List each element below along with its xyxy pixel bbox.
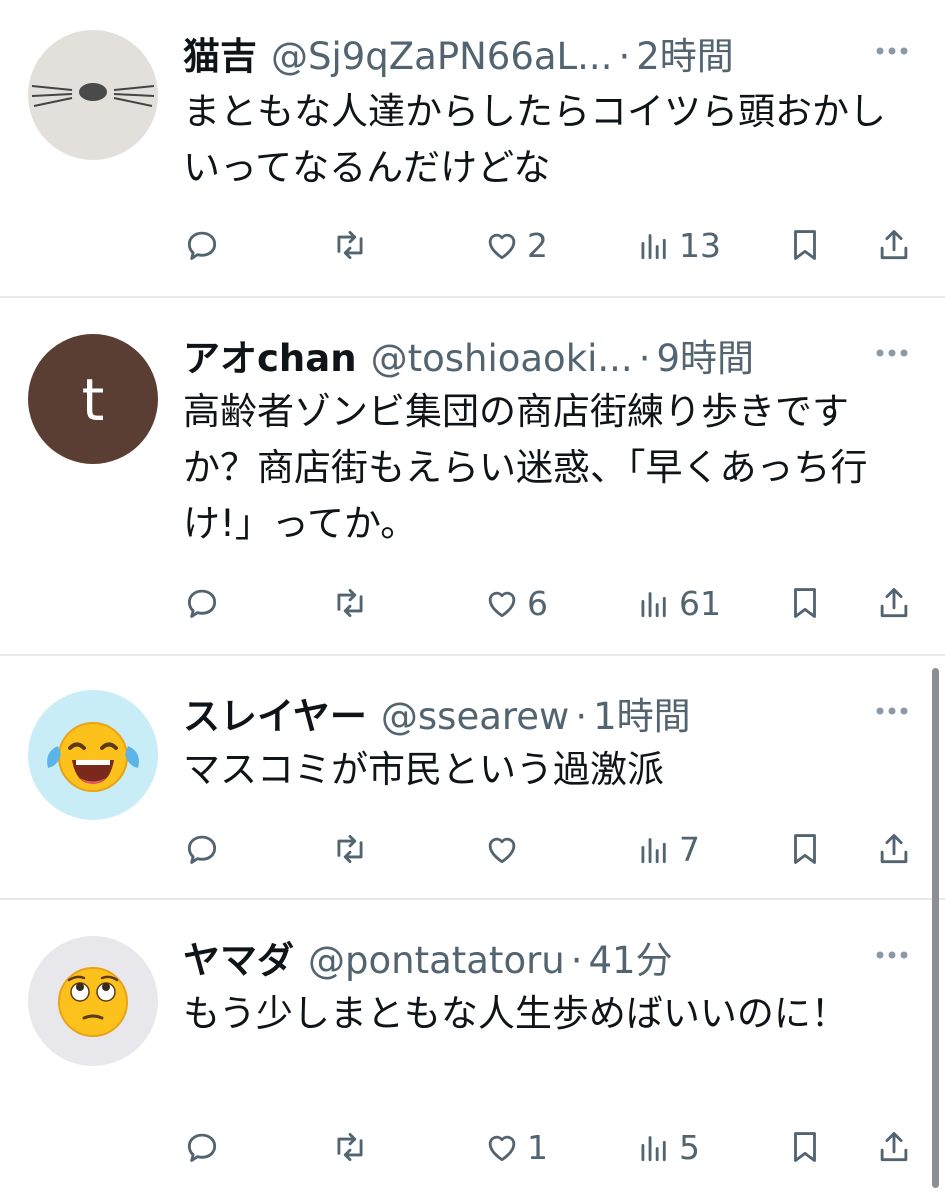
timestamp[interactable]: 41分	[589, 930, 673, 984]
like-icon	[488, 591, 516, 618]
display-name[interactable]: ヤマダ	[183, 930, 294, 984]
like-button[interactable]: 2	[483, 220, 548, 270]
action-bar: 2 13	[183, 220, 923, 270]
scrollbar[interactable]	[932, 668, 939, 1188]
avatar[interactable]	[28, 30, 158, 160]
reply-button[interactable]	[183, 824, 227, 874]
retweet-icon	[337, 588, 363, 618]
reply-icon	[187, 589, 217, 618]
seal-avatar-icon	[28, 30, 158, 160]
tweet[interactable]: 猫吉 @Sj9qZaPN66aL... · 2時間 まともな人達からしたらコイツ…	[0, 0, 945, 298]
tweet-text: もう少しまともな人生歩めばいいのに！	[183, 992, 848, 1035]
avatar[interactable]	[28, 936, 158, 1066]
reply-icon	[187, 1133, 217, 1162]
reply-button[interactable]	[183, 1122, 227, 1172]
tweet-header: アオchan @toshioaoki... · 9時間	[183, 328, 754, 380]
views-icon	[641, 838, 666, 864]
avatar[interactable]: t	[28, 334, 158, 464]
like-button[interactable]: 1	[483, 1122, 548, 1172]
like-button[interactable]: 6	[483, 578, 548, 628]
share-button[interactable]	[875, 1122, 913, 1172]
separator-dot: ·	[618, 35, 631, 78]
timestamp[interactable]: 1時間	[593, 686, 691, 740]
views-icon	[641, 1136, 666, 1162]
tweet-header: スレイヤー @ssearew · 1時間	[183, 686, 691, 738]
avatar-letter: t	[82, 366, 105, 434]
letter-avatar-icon: t	[28, 334, 158, 464]
bookmark-icon	[794, 230, 816, 260]
like-icon	[488, 233, 516, 260]
separator-dot: ·	[638, 337, 651, 380]
retweet-button[interactable]	[331, 1122, 375, 1172]
avatar[interactable]	[28, 690, 158, 820]
retweet-icon	[337, 230, 363, 260]
tweet-text: 高齢者ゾンビ集団の商店街練り歩きですか？商店街もえらい迷惑、「早くあっち行け!」…	[183, 390, 868, 545]
reply-feed: 猫吉 @Sj9qZaPN66aL... · 2時間 まともな人達からしたらコイツ…	[0, 0, 945, 1200]
user-handle[interactable]: @ssearew	[381, 695, 569, 738]
action-bar: 6 61	[183, 578, 923, 628]
retweet-icon	[337, 1132, 363, 1162]
reply-button[interactable]	[183, 220, 227, 270]
tweet-text: まともな人達からしたらコイツら頭おかしいってなるんだけどな	[183, 90, 886, 189]
eye-roll-emoji-icon	[28, 936, 158, 1066]
tweet-text: マスコミが市民という過激派	[183, 748, 664, 791]
more-icon[interactable]	[867, 328, 917, 378]
timestamp[interactable]: 9時間	[656, 328, 754, 382]
retweet-button[interactable]	[331, 220, 375, 270]
like-button[interactable]	[483, 824, 527, 874]
tweet-header: ヤマダ @pontatatoru · 41分	[183, 930, 673, 982]
user-handle[interactable]: @Sj9qZaPN66aL...	[271, 35, 612, 78]
share-icon	[880, 588, 908, 618]
views-icon	[641, 592, 666, 618]
tweet-header: 猫吉 @Sj9qZaPN66aL... · 2時間	[183, 26, 734, 78]
share-button[interactable]	[875, 220, 913, 270]
laughing-crying-emoji-icon	[28, 690, 158, 820]
views-icon	[641, 234, 666, 260]
retweet-button[interactable]	[331, 824, 375, 874]
bookmark-icon	[794, 1132, 816, 1162]
share-button[interactable]	[875, 824, 913, 874]
views-button[interactable]: 13	[635, 220, 721, 270]
more-icon[interactable]	[867, 26, 917, 76]
tweet[interactable]: ヤマダ @pontatatoru · 41分 もう少しまともな人生歩めばいいのに…	[0, 900, 945, 1200]
bookmark-button[interactable]	[786, 578, 824, 628]
display-name[interactable]: アオchan	[183, 328, 357, 382]
timestamp[interactable]: 2時間	[636, 26, 734, 80]
bookmark-button[interactable]	[786, 824, 824, 874]
bookmark-icon	[794, 834, 816, 864]
separator-dot: ·	[575, 695, 588, 738]
more-icon[interactable]	[867, 930, 917, 980]
tweet[interactable]: t アオchan @toshioaoki... · 9時間 高齢者ゾンビ集団の商…	[0, 298, 945, 656]
separator-dot: ·	[570, 939, 583, 982]
reply-icon	[187, 835, 217, 864]
user-handle[interactable]: @toshioaoki...	[371, 337, 633, 380]
more-icon[interactable]	[867, 686, 917, 736]
action-bar: 1 5	[183, 1122, 923, 1172]
share-icon	[880, 834, 908, 864]
display-name[interactable]: スレイヤー	[183, 686, 367, 740]
retweet-button[interactable]	[331, 578, 375, 628]
display-name[interactable]: 猫吉	[183, 26, 257, 80]
views-button[interactable]: 5	[635, 1122, 700, 1172]
reply-button[interactable]	[183, 578, 227, 628]
action-bar: 7	[183, 824, 923, 874]
bookmark-button[interactable]	[786, 1122, 824, 1172]
share-icon	[880, 1132, 908, 1162]
bookmark-icon	[794, 588, 816, 618]
reply-icon	[187, 231, 217, 260]
share-button[interactable]	[875, 578, 913, 628]
views-button[interactable]: 61	[635, 578, 721, 628]
retweet-icon	[337, 834, 363, 864]
views-button[interactable]: 7	[635, 824, 700, 874]
tweet[interactable]: スレイヤー @ssearew · 1時間 マスコミが市民という過激派 7	[0, 656, 945, 900]
user-handle[interactable]: @pontatatoru	[308, 939, 565, 982]
like-icon	[488, 1135, 516, 1162]
bookmark-button[interactable]	[786, 220, 824, 270]
like-icon	[488, 837, 516, 864]
share-icon	[880, 230, 908, 260]
